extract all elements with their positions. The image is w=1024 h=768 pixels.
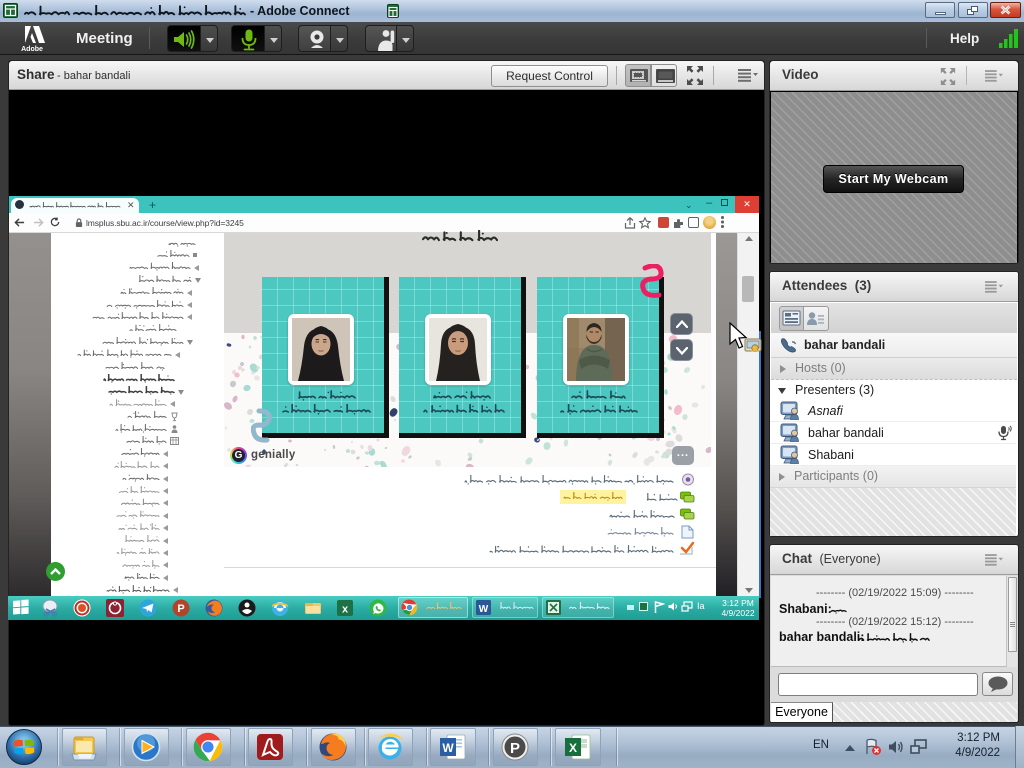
svg-text:x: x xyxy=(342,604,349,616)
svg-text:W: W xyxy=(442,741,454,755)
svg-text:P: P xyxy=(510,740,520,757)
svg-text:Adobe: Adobe xyxy=(21,46,43,53)
svg-text:X: X xyxy=(569,741,577,755)
svg-text:P: P xyxy=(177,603,184,615)
svg-text:W: W xyxy=(479,604,489,615)
